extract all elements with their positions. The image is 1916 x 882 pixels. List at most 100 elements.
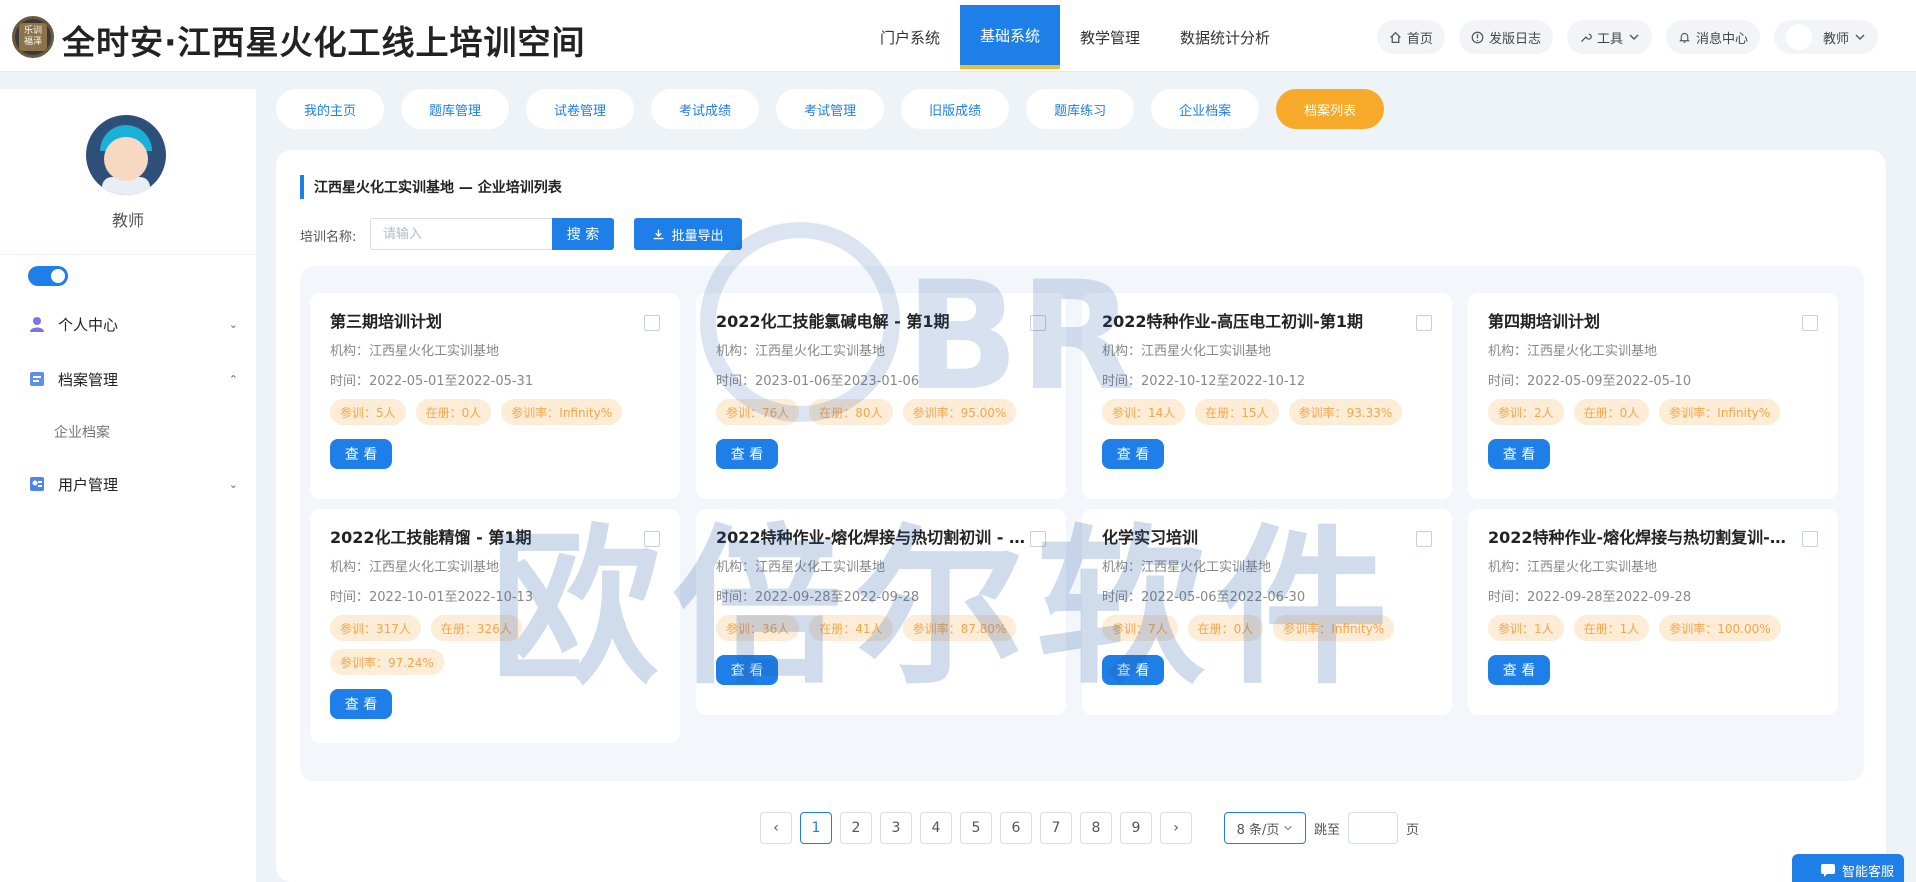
card-checkbox[interactable] xyxy=(1802,531,1818,547)
training-card: 第四期培训计划 机构：江西星火化工实训基地 时间：2022-05-09至2022… xyxy=(1468,293,1838,499)
tab-exams[interactable]: 考试管理 xyxy=(776,89,885,129)
training-card: 2022特种作业-熔化焊接与热切割复训-第... 机构：江西星火化工实训基地 时… xyxy=(1468,509,1838,715)
page-5[interactable]: 5 xyxy=(960,812,992,844)
view-button[interactable]: 查 看 xyxy=(1488,439,1550,469)
tab-scores[interactable]: 考试成绩 xyxy=(651,89,760,129)
home-icon xyxy=(1390,31,1401,43)
messages-button[interactable]: 消息中心 xyxy=(1665,20,1760,54)
tab-old-scores[interactable]: 旧版成绩 xyxy=(901,89,1010,129)
pagination: ‹ 1 2 3 4 5 6 7 8 9 › 8 条/页 跳至 页 xyxy=(760,812,1419,844)
page-size-select[interactable]: 8 条/页 xyxy=(1224,812,1306,844)
card-time: 时间：2022-10-01至2022-10-13 xyxy=(330,590,534,605)
site-title: 全时安·江西星火化工线上培训空间 xyxy=(62,23,586,62)
card-org: 机构：江西星火化工实训基地 xyxy=(1488,560,1658,575)
chevron-down-icon xyxy=(1855,34,1865,40)
view-button[interactable]: 查 看 xyxy=(1488,655,1550,685)
tools-menu[interactable]: 工具 xyxy=(1566,20,1652,54)
sidebar-item-archive[interactable]: 档案管理 ⌃ xyxy=(28,365,238,393)
view-button[interactable]: 查 看 xyxy=(330,689,392,719)
logo-badge: 乐训 福泽 xyxy=(19,23,47,51)
sidebar-item-user-management[interactable]: 用户管理 ⌄ xyxy=(28,470,238,498)
avatar xyxy=(1785,24,1812,50)
card-org: 机构：江西星火化工实训基地 xyxy=(330,344,500,359)
tab-archive-list[interactable]: 档案列表 xyxy=(1276,89,1385,129)
bell-icon xyxy=(1679,32,1690,43)
nav-base-system[interactable]: 基础系统 xyxy=(960,5,1061,69)
home-label: 首页 xyxy=(1406,31,1433,47)
page-4[interactable]: 4 xyxy=(920,812,952,844)
card-time: 时间：2022-10-12至2022-10-12 xyxy=(1102,374,1306,389)
card-time: 时间：2022-09-28至2022-09-28 xyxy=(716,590,920,605)
tools-label: 工具 xyxy=(1596,31,1623,47)
view-button[interactable]: 查 看 xyxy=(716,655,778,685)
tab-company-archive[interactable]: 企业档案 xyxy=(1151,89,1260,129)
next-page-button[interactable]: › xyxy=(1160,812,1192,844)
profile-avatar xyxy=(86,115,166,195)
stat-badge: 参训：317人 xyxy=(330,615,421,641)
search-input[interactable] xyxy=(370,218,552,250)
tab-question-bank[interactable]: 题库管理 xyxy=(401,89,510,129)
card-checkbox[interactable] xyxy=(1416,315,1432,331)
nav-statistics[interactable]: 数据统计分析 xyxy=(1160,5,1290,69)
page-3[interactable]: 3 xyxy=(880,812,912,844)
card-title: 2022特种作业-熔化焊接与热切割初训 - ... xyxy=(716,528,1026,547)
stat-badge: 在册：0人 xyxy=(415,399,492,425)
stat-badge: 参训率：87.80% xyxy=(902,615,1017,641)
page-1[interactable]: 1 xyxy=(800,812,832,844)
stat-badge: 参训率：Infinity% xyxy=(1659,399,1781,425)
card-time: 时间：2022-05-01至2022-05-31 xyxy=(330,374,534,389)
sidebar-item-personal-center[interactable]: 个人中心 ⌄ xyxy=(28,310,238,338)
page-6[interactable]: 6 xyxy=(1000,812,1032,844)
card-checkbox[interactable] xyxy=(644,315,660,331)
top-nav: 门户系统 基础系统 教学管理 数据统计分析 xyxy=(860,5,1290,69)
jump-label: 跳至 xyxy=(1314,822,1341,838)
chevron-up-icon: ⌃ xyxy=(228,372,238,386)
user-icon xyxy=(30,317,44,332)
view-button[interactable]: 查 看 xyxy=(1102,655,1164,685)
nav-teaching[interactable]: 教学管理 xyxy=(1060,5,1160,69)
view-button[interactable]: 查 看 xyxy=(330,439,392,469)
page-8[interactable]: 8 xyxy=(1080,812,1112,844)
sidebar-subitem-company-archive[interactable]: 企业档案 xyxy=(54,422,110,442)
jump-input[interactable] xyxy=(1348,812,1399,844)
card-stats: 参训：36人 在册：41人 参训率：87.80% xyxy=(716,615,1046,641)
search-button[interactable]: 搜 索 xyxy=(552,218,614,250)
tab-practice[interactable]: 题库练习 xyxy=(1026,89,1135,129)
stat-badge: 在册：41人 xyxy=(809,615,893,641)
card-checkbox[interactable] xyxy=(1030,315,1046,331)
card-org: 机构：江西星火化工实训基地 xyxy=(716,344,886,359)
stat-badge: 参训率：Infinity% xyxy=(501,399,623,425)
card-time: 时间：2022-05-06至2022-06-30 xyxy=(1102,590,1306,605)
export-button[interactable]: 批量导出 xyxy=(634,218,742,250)
card-title: 2022特种作业-高压电工初训-第1期 xyxy=(1102,312,1363,331)
sidebar-item-label: 档案管理 xyxy=(58,370,119,389)
training-card: 2022化工技能精馏 - 第1期 机构：江西星火化工实训基地 时间：2022-1… xyxy=(310,509,680,743)
stat-badge: 在册：0人 xyxy=(1573,399,1650,425)
nav-portal[interactable]: 门户系统 xyxy=(860,5,960,69)
tab-home[interactable]: 我的主页 xyxy=(276,89,385,129)
card-title: 2022化工技能精馏 - 第1期 xyxy=(330,528,532,547)
prev-page-button[interactable]: ‹ xyxy=(760,812,792,844)
page-9[interactable]: 9 xyxy=(1120,812,1152,844)
tab-papers[interactable]: 试卷管理 xyxy=(526,89,635,129)
card-checkbox[interactable] xyxy=(1416,531,1432,547)
stat-badge: 参训：14人 xyxy=(1102,399,1186,425)
logo: 乐训 福泽 xyxy=(12,16,54,58)
card-checkbox[interactable] xyxy=(644,531,660,547)
page-2[interactable]: 2 xyxy=(840,812,872,844)
divider xyxy=(0,254,256,255)
page-7[interactable]: 7 xyxy=(1040,812,1072,844)
chevron-down-icon: ⌄ xyxy=(228,317,238,331)
view-button[interactable]: 查 看 xyxy=(716,439,778,469)
card-checkbox[interactable] xyxy=(1030,531,1046,547)
card-stats: 参训：14人 在册：15人 参训率：93.33% xyxy=(1102,399,1432,425)
view-button[interactable]: 查 看 xyxy=(1102,439,1164,469)
changelog-button[interactable]: 发版日志 xyxy=(1458,20,1553,54)
stat-badge: 在册：0人 xyxy=(1187,615,1264,641)
home-button[interactable]: 首页 xyxy=(1376,20,1445,54)
support-chat-button[interactable]: 智能客服 xyxy=(1792,854,1904,882)
card-checkbox[interactable] xyxy=(1802,315,1818,331)
sidebar-toggle[interactable] xyxy=(28,266,68,286)
stat-badge: 在册：15人 xyxy=(1195,399,1279,425)
user-menu[interactable]: 教师 xyxy=(1773,20,1878,54)
